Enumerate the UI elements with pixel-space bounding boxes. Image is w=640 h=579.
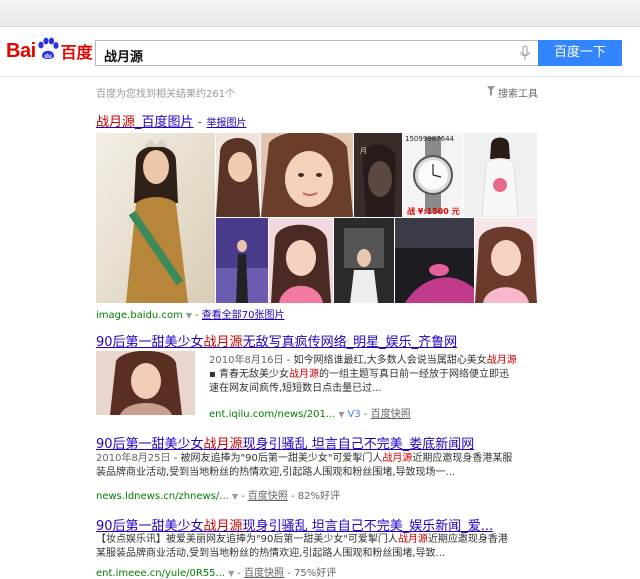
result-3-rating: 75%好评 bbox=[294, 568, 337, 579]
result-2-title-pre: 90后第一甜美少女 bbox=[96, 437, 204, 452]
result-1-snippet: 2010年8月16日 - 如今网络谁最红,大多数人会说当属甜心美女战月源 ▪ 青… bbox=[209, 354, 539, 396]
result-3-title[interactable]: 90后第一甜美少女战月源现身引骚乱 坦言自己不完美_娱乐新闻_爱... bbox=[96, 515, 493, 534]
report-image-link[interactable]: 举报图片 bbox=[207, 118, 247, 129]
image-thumb-5-watch[interactable]: 15099987644 战 ¥:1500 元 bbox=[403, 133, 463, 217]
result-2-cache-link[interactable]: 百度快照 bbox=[248, 491, 288, 502]
result-3-snippet: 【妆点娱乐讯】被爱美丽网友追捧为"90后第一甜美少女"可爱掣门人战月源近期应邀现… bbox=[96, 533, 546, 561]
result-3-snippet-2: 某服装品牌商业活动,受到当地粉丝的热情欢迎,引起路人围观和粉丝围堵,导致... bbox=[96, 548, 446, 559]
dash-separator: - bbox=[240, 491, 248, 502]
result-1-url: ent.iqilu.com/news/201... bbox=[209, 409, 336, 420]
microphone-icon[interactable] bbox=[520, 45, 530, 65]
result-1-snippet-2-post: 的一组主题写真日前一经放于网络便立即迅 bbox=[318, 369, 509, 380]
result-2-snippet-2: 装品牌商业活动,受到当地粉丝的热情欢迎,引起路人围观和粉丝围堵,导致现场一... bbox=[96, 467, 456, 478]
result-1-snippet-3: 速在网友间疯传,短短数日点击量已过... bbox=[209, 383, 382, 394]
dash-separator: - bbox=[284, 568, 294, 579]
result-1-snippet-1-em: 战月源 bbox=[486, 355, 517, 366]
image-thumb-1[interactable] bbox=[96, 133, 215, 303]
search-header: Bai du 百度 战月源 百度一下 bbox=[0, 27, 640, 77]
image-thumb-2[interactable] bbox=[216, 133, 260, 217]
result-1-snippet-2-em: 战月源 bbox=[288, 369, 319, 380]
image-source-url: image.baidu.com bbox=[96, 310, 183, 321]
result-1-title-pre: 90后第一甜美少女 bbox=[96, 335, 204, 350]
search-tools-label: 搜索工具 bbox=[498, 89, 538, 100]
search-tools-button[interactable]: 搜索工具 bbox=[487, 85, 538, 100]
image-thumb-9[interactable] bbox=[334, 218, 394, 303]
result-3-link[interactable]: 90后第一甜美少女战月源现身引骚乱 坦言自己不完美_娱乐新闻_爱... bbox=[96, 519, 493, 534]
result-3-title-post: 现身引骚乱 坦言自己不完美_娱乐新闻_爱... bbox=[242, 519, 494, 534]
image-title-suffix: _百度图片 bbox=[135, 115, 194, 130]
dash-separator: - bbox=[287, 491, 298, 502]
dropdown-arrow-icon[interactable]: ▼ bbox=[186, 311, 192, 320]
result-3-url: ent.imeee.cn/yule/0R55... bbox=[96, 568, 226, 579]
result-2-snippet: 2010年8月25日 - 被网友追捧为"90后第一甜美少女"可爱掣门人战月源近期… bbox=[96, 452, 546, 480]
overlay-text: 月 bbox=[360, 147, 367, 155]
dash-separator: - bbox=[237, 568, 245, 579]
watch-phone-overlay: 15099987644 bbox=[405, 135, 454, 143]
search-query-text: 战月源 bbox=[104, 50, 144, 65]
funnel-icon bbox=[487, 86, 495, 99]
image-result-link[interactable]: 战月源_百度图片 bbox=[96, 115, 194, 130]
image-result-title: 战月源_百度图片 - 举报图片 bbox=[96, 111, 247, 130]
baidu-logo[interactable]: Bai du 百度 bbox=[6, 37, 93, 65]
image-source-row: image.baidu.com ▼ - 查看全部70张图片 bbox=[96, 306, 285, 321]
image-thumb-3[interactable] bbox=[261, 133, 353, 217]
image-thumb-7[interactable] bbox=[216, 218, 268, 303]
result-1-url-row: ent.iqilu.com/news/201... ▼ V3 - 百度快照 bbox=[209, 405, 411, 420]
dropdown-arrow-icon[interactable]: ▼ bbox=[232, 492, 238, 501]
result-2-title[interactable]: 90后第一甜美少女战月源现身引骚乱 坦言自己不完美_娄底新闻网 bbox=[96, 433, 474, 452]
image-title-query: 战月源 bbox=[96, 115, 136, 130]
image-grid: 月 15099987644 战 ¥:1500 元 bbox=[96, 133, 537, 303]
image-thumb-8[interactable] bbox=[269, 218, 333, 303]
result-1-cache-link[interactable]: 百度快照 bbox=[371, 409, 411, 420]
result-2-title-em: 战月源 bbox=[203, 437, 243, 452]
result-2-link[interactable]: 90后第一甜美少女战月源现身引骚乱 坦言自己不完美_娄底新闻网 bbox=[96, 437, 474, 452]
result-1-snippet-2: ▪ 青春无敌美少女 bbox=[209, 369, 289, 380]
search-button[interactable]: 百度一下 bbox=[538, 40, 622, 66]
verified-v3-badge[interactable]: V3 bbox=[348, 409, 361, 420]
result-1-thumbnail[interactable] bbox=[96, 351, 195, 415]
logo-text-bai: Bai bbox=[6, 39, 36, 62]
result-2-title-post: 现身引骚乱 坦言自己不完美_娄底新闻网 bbox=[242, 437, 475, 452]
result-2-url: news.ldnews.cn/zhnews/... bbox=[96, 491, 229, 502]
result-1-date: 2010年8月16日 bbox=[209, 355, 284, 366]
result-2-snippet-1: - 被网友追捧为"90后第一甜美少女"可爱掣门人 bbox=[170, 453, 383, 464]
result-3-snippet-1: 【妆点娱乐讯】被爱美丽网友追捧为"90后第一甜美少女"可爱掣门人 bbox=[96, 534, 398, 545]
result-3-snippet-1-post: 近期应邀现身香港 bbox=[427, 534, 508, 545]
result-2-url-row: news.ldnews.cn/zhnews/... ▼ - 百度快照 - 82%好评 bbox=[96, 487, 340, 502]
dash-separator: - bbox=[360, 409, 371, 420]
image-thumb-4[interactable]: 月 bbox=[354, 133, 402, 217]
result-3-title-pre: 90后第一甜美少女 bbox=[96, 519, 204, 534]
image-thumb-11[interactable] bbox=[475, 218, 537, 303]
watch-price-overlay: 战 ¥:1500 元 bbox=[407, 207, 460, 216]
logo-text-cn: 百度 bbox=[60, 43, 93, 62]
result-1-snippet-1: - 如今网络谁最红,大多数人会说当属甜心美女 bbox=[283, 355, 487, 366]
image-title-separator: - bbox=[193, 115, 207, 130]
results-count: 百度为您找到相关结果约261个 bbox=[96, 89, 236, 100]
image-thumb-10[interactable] bbox=[395, 218, 474, 303]
dash-separator: - bbox=[194, 310, 202, 321]
result-3-cache-link[interactable]: 百度快照 bbox=[244, 568, 284, 579]
image-thumb-6[interactable] bbox=[464, 133, 537, 217]
result-2-snippet-1-post: 近期应邀现身香港某服 bbox=[412, 453, 513, 464]
result-2-rating: 82%好评 bbox=[297, 491, 340, 502]
result-1-link[interactable]: 90后第一甜美少女战月源无敌写真疯传网络_明星_娱乐_齐鲁网 bbox=[96, 335, 457, 350]
result-2-date: 2010年8月25日 bbox=[96, 453, 171, 464]
result-1-title-post: 无敌写真疯传网络_明星_娱乐_齐鲁网 bbox=[242, 335, 458, 350]
search-input[interactable]: 战月源 bbox=[95, 40, 538, 66]
paw-icon: du bbox=[37, 37, 59, 65]
browser-chrome bbox=[0, 0, 640, 27]
result-2-snippet-1-em: 战月源 bbox=[382, 453, 413, 464]
dropdown-arrow-icon[interactable]: ▼ bbox=[338, 410, 344, 419]
view-all-images-link[interactable]: 查看全部70张图片 bbox=[202, 310, 285, 321]
result-3-snippet-1-em: 战月源 bbox=[397, 534, 428, 545]
result-1-title-em: 战月源 bbox=[203, 335, 243, 350]
result-1-title[interactable]: 90后第一甜美少女战月源无敌写真疯传网络_明星_娱乐_齐鲁网 bbox=[96, 331, 457, 350]
svg-text:du: du bbox=[44, 54, 52, 60]
result-3-title-em: 战月源 bbox=[203, 519, 243, 534]
